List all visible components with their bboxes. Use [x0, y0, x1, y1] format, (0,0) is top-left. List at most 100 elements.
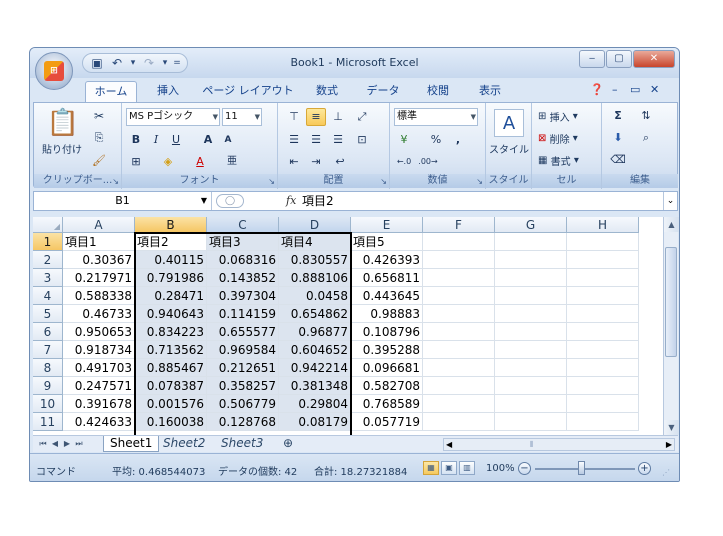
cell-h1[interactable]	[567, 233, 639, 251]
formula-input[interactable]: 項目2	[302, 192, 334, 210]
cell-c6[interactable]: 0.655577	[207, 323, 279, 341]
row-header[interactable]: 1	[33, 233, 63, 251]
align-right-icon[interactable]: ☰	[328, 131, 348, 149]
cell-d7[interactable]: 0.604652	[279, 341, 351, 359]
cell-a10[interactable]: 0.391678	[63, 395, 135, 413]
redo-dropdown-icon[interactable]: ▾	[161, 55, 169, 71]
cell-a2[interactable]: 0.30367	[63, 251, 135, 269]
insert-cells-button[interactable]: ⊞ 挿入 ▾	[538, 107, 598, 125]
cell-d5[interactable]: 0.654862	[279, 305, 351, 323]
row-header[interactable]: 5	[33, 305, 63, 323]
row-header[interactable]: 10	[33, 395, 63, 413]
increase-decimal-icon[interactable]: ←.0	[394, 153, 414, 171]
cell-e6[interactable]: 0.108796	[351, 323, 423, 341]
cell-f9[interactable]	[423, 377, 495, 395]
cell-g4[interactable]	[495, 287, 567, 305]
fill-color-icon[interactable]: ◈	[158, 153, 178, 171]
font-name-box[interactable]: MS Pゴシック ▼	[126, 108, 220, 126]
column-header-a[interactable]: A	[63, 217, 135, 233]
zoom-out-icon[interactable]: −	[518, 462, 531, 475]
help-icon[interactable]: ❓	[590, 83, 604, 99]
formula-cancel-icon[interactable]: ◯	[216, 194, 244, 208]
cell-h4[interactable]	[567, 287, 639, 305]
bold-button[interactable]: B	[126, 131, 146, 149]
cell-d4[interactable]: 0.0458	[279, 287, 351, 305]
zoom-in-icon[interactable]: +	[638, 462, 651, 475]
tab-data[interactable]: データ	[360, 81, 406, 102]
column-header-f[interactable]: F	[423, 217, 495, 233]
row-header[interactable]: 3	[33, 269, 63, 287]
find-select-icon[interactable]: ⌕	[636, 129, 656, 147]
ribbon-close-icon[interactable]: ✕	[650, 83, 659, 99]
cell-b4[interactable]: 0.28471	[135, 287, 207, 305]
column-header-g[interactable]: G	[495, 217, 567, 233]
cell-f6[interactable]	[423, 323, 495, 341]
cell-f2[interactable]	[423, 251, 495, 269]
comma-button[interactable]: ,	[448, 131, 468, 149]
row-header[interactable]: 8	[33, 359, 63, 377]
insert-sheet-icon[interactable]: ⊕	[277, 436, 299, 452]
cell-h3[interactable]	[567, 269, 639, 287]
cell-c11[interactable]: 0.128768	[207, 413, 279, 431]
cell-h6[interactable]	[567, 323, 639, 341]
zoom-slider-thumb[interactable]	[578, 461, 585, 475]
redo-icon[interactable]: ↷	[141, 55, 157, 71]
font-size-box[interactable]: 11 ▼	[222, 108, 262, 126]
sheet-tab-2[interactable]: Sheet2	[157, 436, 211, 452]
close-button[interactable]: ✕	[633, 50, 675, 68]
scroll-down-icon[interactable]: ▼	[664, 420, 679, 435]
cell-b1[interactable]: 項目2	[135, 233, 207, 251]
cell-g9[interactable]	[495, 377, 567, 395]
cell-c1[interactable]: 項目3	[207, 233, 279, 251]
cell-d9[interactable]: 0.381348	[279, 377, 351, 395]
row-header[interactable]: 7	[33, 341, 63, 359]
office-button[interactable]: ⊞	[35, 52, 73, 90]
column-header-c[interactable]: C	[207, 217, 279, 233]
row-header[interactable]: 4	[33, 287, 63, 305]
style-icon[interactable]: A	[494, 109, 524, 137]
row-header[interactable]: 11	[33, 413, 63, 431]
cell-b2[interactable]: 0.40115	[135, 251, 207, 269]
cell-a5[interactable]: 0.46733	[63, 305, 135, 323]
name-box[interactable]: B1 ▼	[34, 192, 212, 210]
border-icon[interactable]: ⊞	[126, 153, 146, 171]
sort-filter-icon[interactable]: ⇅	[636, 107, 656, 125]
zoom-level[interactable]: 100%	[486, 463, 515, 474]
cell-d11[interactable]: 0.08179	[279, 413, 351, 431]
worksheet-grid[interactable]: ◢ A B C D E F G H 1 項目1 項目2 項目3 項目4 項目5 2 0.30367 0.40115…	[33, 217, 663, 435]
cell-g8[interactable]	[495, 359, 567, 377]
cell-d10[interactable]: 0.29804	[279, 395, 351, 413]
cell-f11[interactable]	[423, 413, 495, 431]
scroll-grip-icon[interactable]: ⦀	[530, 439, 534, 450]
cell-a1[interactable]: 項目1	[63, 233, 135, 251]
cell-c5[interactable]: 0.114159	[207, 305, 279, 323]
tab-review[interactable]: 校閲	[418, 81, 458, 102]
align-left-icon[interactable]: ☰	[284, 131, 304, 149]
cell-b3[interactable]: 0.791986	[135, 269, 207, 287]
increase-indent-icon[interactable]: ⇥	[306, 153, 326, 171]
cell-h11[interactable]	[567, 413, 639, 431]
prev-sheet-icon[interactable]: ◀	[49, 437, 61, 451]
cell-g6[interactable]	[495, 323, 567, 341]
column-header-b[interactable]: B	[135, 217, 207, 233]
vertical-scrollbar[interactable]: ▲ ▼	[663, 217, 679, 435]
cell-e9[interactable]: 0.582708	[351, 377, 423, 395]
decrease-indent-icon[interactable]: ⇤	[284, 153, 304, 171]
orientation-icon[interactable]: ⤢	[352, 108, 372, 126]
fill-icon[interactable]: ⬇	[608, 129, 628, 147]
cell-b7[interactable]: 0.713562	[135, 341, 207, 359]
paste-button[interactable]: 貼り付け	[38, 141, 86, 156]
tab-page-layout[interactable]: ページ レイアウト	[202, 81, 294, 102]
phonetic-button[interactable]: 亜	[222, 153, 242, 171]
cell-a11[interactable]: 0.424633	[63, 413, 135, 431]
cell-f10[interactable]	[423, 395, 495, 413]
tab-home[interactable]: ホーム	[85, 81, 137, 102]
row-header[interactable]: 6	[33, 323, 63, 341]
cell-c8[interactable]: 0.212651	[207, 359, 279, 377]
cell-h8[interactable]	[567, 359, 639, 377]
cell-a3[interactable]: 0.217971	[63, 269, 135, 287]
align-center-icon[interactable]: ☰	[306, 131, 326, 149]
merge-center-icon[interactable]: ⊡	[352, 131, 372, 149]
cell-c2[interactable]: 0.068316	[207, 251, 279, 269]
cell-e11[interactable]: 0.057719	[351, 413, 423, 431]
